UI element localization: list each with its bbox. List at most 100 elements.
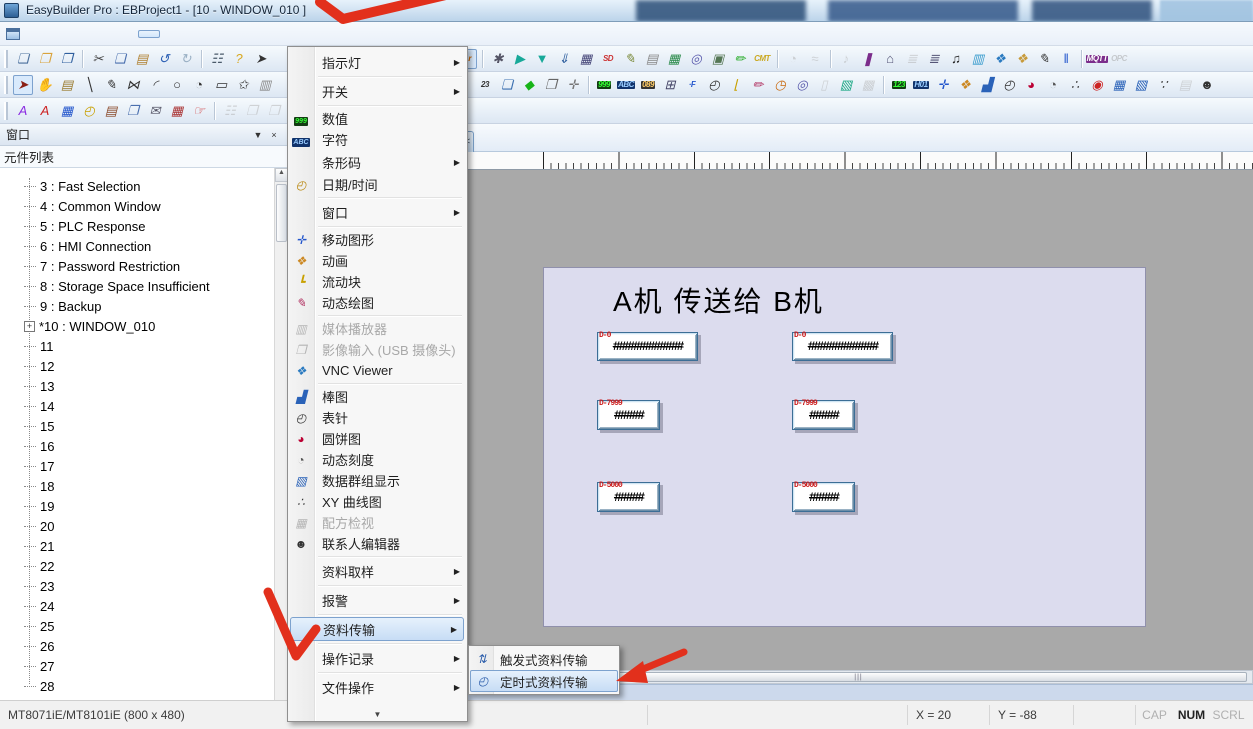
toolbar-clipboard-r[interactable]: ▤ (101, 101, 121, 121)
menu-edit[interactable] (50, 30, 72, 38)
toolbar-macro-debug[interactable]: ✏ (730, 49, 750, 69)
toolbar-rebuild[interactable]: ▼ (532, 49, 552, 69)
window-3[interactable]: + 3 : Fast Selection (0, 176, 276, 196)
toolbar-draw-polygon[interactable]: ⋈ (123, 75, 143, 95)
toolbar-grip[interactable] (4, 102, 8, 120)
menu-item-alarm[interactable]: 报警 ▶ (288, 588, 466, 612)
window-19[interactable]: + 19 (0, 496, 276, 516)
toolbar-mqtt[interactable]: MQTT (1087, 49, 1107, 69)
toolbar-button[interactable] (198, 49, 205, 69)
numeric-display-b2[interactable]: D-7999 ##### (792, 400, 855, 430)
window-4[interactable]: + 4 : Common Window (0, 196, 276, 216)
window-15[interactable]: + 15 (0, 416, 276, 436)
menu-tools[interactable] (226, 30, 248, 38)
toolbar-open[interactable]: ❐ (35, 49, 55, 69)
toolbar-help[interactable]: ? (229, 49, 249, 69)
toolbar-string-library[interactable]: ▦ (57, 101, 77, 121)
toolbar-macro-editor[interactable]: ✎ (620, 49, 640, 69)
menu-item-dynamic-drawing[interactable]: ✎ 动态绘图 ▶ (288, 292, 466, 313)
toolbar-draw-line[interactable]: ╲ (79, 75, 99, 95)
toolbar-system-toolbox[interactable]: ✱ (488, 49, 508, 69)
window-9[interactable]: + 9 : Backup (0, 296, 276, 316)
window-11[interactable]: + 11 (0, 336, 276, 356)
numeric-display-a1[interactable]: D-0 ############ (597, 332, 698, 361)
menu-item-indicator-light[interactable]: 指示灯 ▶ (288, 50, 466, 74)
toolbar-pan-hand[interactable]: ✋ (35, 75, 55, 95)
toolbar-button[interactable] (880, 75, 887, 95)
toolbar-meter-display[interactable]: ◴ (999, 75, 1019, 95)
window-26[interactable]: + 26 (0, 636, 276, 656)
menu-item-pie-chart[interactable]: ◕ 圆饼图 ▶ (288, 428, 466, 449)
toolbar-download[interactable]: ⇓ (554, 49, 574, 69)
menu-iiot[interactable] (182, 30, 204, 38)
tree-scrollbar[interactable]: ▲ (274, 168, 288, 700)
window-6[interactable]: + 6 : HMI Connection (0, 236, 276, 256)
toolbar-bar-graph[interactable]: ▟ (977, 75, 997, 95)
window-28[interactable]: + 28 (0, 676, 276, 696)
toolbar-save[interactable]: ❒ (57, 49, 77, 69)
toolbar-simulate[interactable]: ▦ (576, 49, 596, 69)
toolbar-xy-curve[interactable]: ∴ (1065, 75, 1085, 95)
toolbar-recipe-list[interactable]: ≣ (902, 49, 922, 69)
menu-item-meter[interactable]: ◴ 表针 ▶ (288, 407, 466, 428)
menu-item-flow-block[interactable]: ┗ 流动块 ▶ (288, 271, 466, 292)
menu-item-date-time[interactable]: ◴ 日期/时间 ▶ (288, 174, 466, 195)
menu-item-bar-graph[interactable]: ▟ 棒图 ▶ (288, 386, 466, 407)
submenu-item-trigger-data-transfer[interactable]: ⇅ 触发式资料传输 (470, 648, 618, 670)
toolbar-copy[interactable]: ❑ (110, 49, 130, 69)
toolbar-button[interactable] (827, 49, 834, 69)
window-14[interactable]: + 14 (0, 396, 276, 416)
menu-file[interactable] (28, 30, 50, 38)
panel-close-icon[interactable]: × (266, 128, 282, 142)
toolbar-scheduler[interactable]: ◴ (79, 101, 99, 121)
toolbar-button[interactable] (585, 75, 592, 95)
window-27[interactable]: + 27 (0, 656, 276, 676)
toolbar-trend[interactable]: ≈ (805, 49, 825, 69)
toolbar-redo[interactable]: ↻ (176, 49, 196, 69)
window-12[interactable]: + 12 (0, 356, 276, 376)
toolbar-function-key[interactable]: ·F (682, 75, 702, 95)
toolbar-av-display[interactable]: ▥ (968, 49, 988, 69)
toolbar-sound-library[interactable]: ♫ (946, 49, 966, 69)
menu-item-numeric[interactable]: 999 数值 ▶ (288, 108, 466, 129)
window-23[interactable]: + 23 (0, 576, 276, 596)
toolbar-copy-window[interactable]: ❐ (123, 101, 143, 121)
toolbar-grid-table[interactable]: ▦ (1109, 75, 1129, 95)
toolbar-display-word[interactable]: H01 (911, 75, 931, 95)
toolbar-picture-view[interactable]: ▩ (858, 75, 878, 95)
window-18[interactable]: + 18 (0, 476, 276, 496)
window-25[interactable]: + 25 (0, 616, 276, 636)
toolbar-usb-simulate[interactable]: ▣ (708, 49, 728, 69)
toolbar-backup-gray[interactable]: ❒ (264, 101, 284, 121)
window-22[interactable]: + 22 (0, 556, 276, 576)
toolbar-animation-path[interactable]: ❖ (955, 75, 975, 95)
toolbar-export-gray[interactable]: ❐ (242, 101, 262, 121)
toolbar-script[interactable]: ▤ (642, 49, 662, 69)
menu-item-window[interactable]: 窗口 ▶ (288, 200, 466, 224)
toolbar-touch-test[interactable]: ☞ (189, 101, 209, 121)
toolbar-font-tool[interactable]: A (35, 101, 55, 121)
submenu-item-timed-data-transfer[interactable]: ◴ 定时式资料传输 (470, 670, 618, 692)
window-13[interactable]: + 13 (0, 376, 276, 396)
toolbar-contact-object[interactable]: ☻ (1197, 75, 1217, 95)
menu-scroll-down-icon[interactable]: ▼ (288, 710, 467, 719)
menu-item-contacts-editor[interactable]: ☻ 联系人编辑器 ▶ (288, 533, 466, 554)
toolbar-select-cursor[interactable]: ➤ (13, 75, 33, 95)
window-16[interactable]: + 16 (0, 436, 276, 456)
panel-collapse-icon[interactable]: ▼ (250, 128, 266, 142)
toolbar-zoom-scene[interactable]: ◎ (792, 75, 812, 95)
menu-view[interactable] (72, 30, 94, 38)
mdi-child-icon[interactable] (6, 28, 20, 40)
toolbar-tag-library[interactable]: ❖ (1012, 49, 1032, 69)
toolbar-cmt-viewer[interactable]: CMT (752, 49, 772, 69)
toolbar-compile[interactable]: ▶ (510, 49, 530, 69)
menu-item-video-input[interactable]: ❒ 影像输入 (USB 摄像头) ▶ (288, 339, 466, 360)
menu-window[interactable] (248, 30, 270, 38)
toolbar-station[interactable]: ⌂ (880, 49, 900, 69)
toolbar-layers[interactable]: ❏ (497, 75, 517, 95)
toolbar-opc-ua[interactable]: OPC (1109, 49, 1129, 69)
toolbar-recipe-db[interactable]: ≣ (924, 49, 944, 69)
toolbar-label-library[interactable]: ❖ (990, 49, 1010, 69)
tab-element-list[interactable]: 元件列表 (0, 146, 288, 168)
toolbar-ascii-object[interactable]: ABC (616, 75, 636, 95)
